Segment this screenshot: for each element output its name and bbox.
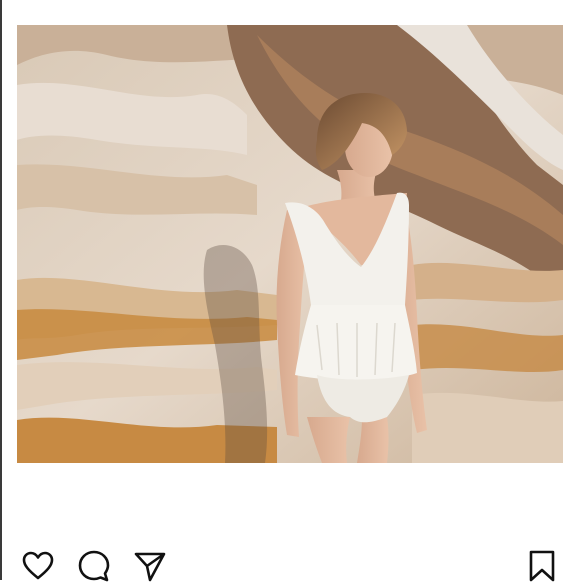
photo-illustration	[17, 25, 563, 463]
post-action-bar	[0, 548, 580, 582]
post-photo[interactable]	[17, 25, 563, 463]
heart-icon[interactable]	[20, 548, 56, 584]
paper-plane-icon[interactable]	[132, 548, 168, 584]
bookmark-icon[interactable]	[524, 548, 560, 584]
comment-bubble-icon[interactable]	[76, 548, 112, 584]
left-border	[0, 0, 2, 580]
